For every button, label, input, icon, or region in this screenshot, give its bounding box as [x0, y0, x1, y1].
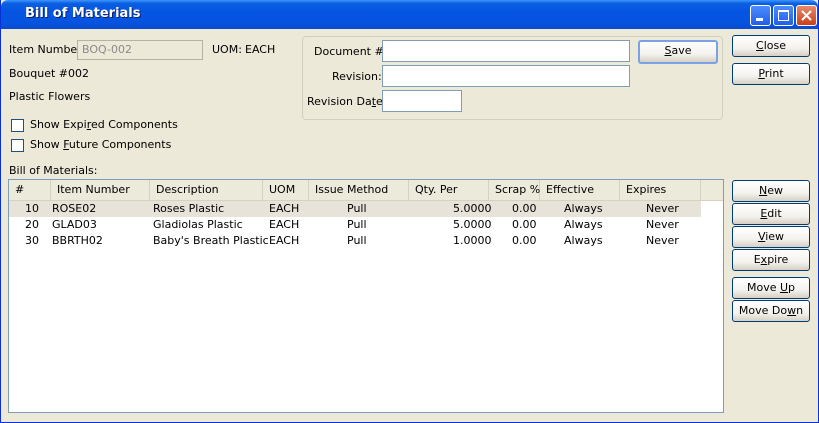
- row-qty-per: 5.0000: [453, 218, 492, 231]
- label-part: Show Expi: [30, 118, 87, 131]
- row-item-number: ROSE02: [52, 202, 97, 215]
- row-expires: Never: [646, 202, 679, 215]
- row-number: 30: [25, 234, 39, 247]
- item-description-1: Bouquet #002: [9, 67, 89, 80]
- item-number-field[interactable]: BOQ-002: [77, 40, 203, 60]
- table-row[interactable]: 30 BBRTH02 Baby's Breath Plastic EACH Pu…: [9, 233, 701, 249]
- row-number: 20: [25, 218, 39, 231]
- row-scrap: 0.00: [512, 202, 537, 215]
- bom-grid[interactable]: # Item Number Description UOM Issue Meth…: [8, 179, 724, 413]
- minimize-button[interactable]: [750, 5, 771, 26]
- mnemonic: w: [787, 304, 797, 317]
- button-label: E: [753, 253, 761, 266]
- mnemonic: U: [779, 281, 789, 294]
- show-future-label[interactable]: Show Future Components: [30, 138, 171, 151]
- column-header[interactable]: Scrap %: [489, 180, 540, 200]
- row-description: Baby's Breath Plastic: [153, 234, 269, 247]
- column-header[interactable]: Expires: [620, 180, 701, 200]
- new-button[interactable]: New: [732, 180, 810, 202]
- row-effective: Always: [564, 234, 603, 247]
- button-label: iew: [765, 230, 785, 243]
- mnemonic: C: [756, 39, 764, 52]
- button-label: lose: [763, 39, 786, 52]
- close-button[interactable]: Close: [732, 35, 810, 57]
- print-button[interactable]: Print: [732, 63, 810, 85]
- row-description: Roses Plastic: [153, 202, 225, 215]
- bom-grid-label: Bill of Materials:: [9, 164, 98, 177]
- row-issue-method: Pull: [347, 202, 367, 215]
- bom-window: Bill of Materials Item Number: BOQ-002 U…: [0, 0, 819, 423]
- row-uom: EACH: [269, 202, 300, 215]
- revision-label: Revision:: [332, 70, 382, 83]
- button-label: p: [788, 281, 796, 294]
- label-part: Show: [30, 138, 64, 151]
- label-part: ed Components: [90, 118, 178, 131]
- revision-field[interactable]: [382, 65, 630, 87]
- show-expired-label[interactable]: Show Expired Components: [30, 118, 178, 131]
- button-label: Move: [746, 281, 780, 294]
- move-up-button[interactable]: Move Up: [732, 277, 810, 299]
- table-row[interactable]: 10 ROSE02 Roses Plastic EACH Pull 5.0000…: [9, 201, 701, 217]
- view-button[interactable]: View: [732, 226, 810, 248]
- column-header[interactable]: UOM: [263, 180, 309, 200]
- row-item-number: BBRTH02: [52, 234, 103, 247]
- expire-button[interactable]: Expire: [732, 249, 810, 271]
- row-number: 10: [25, 202, 39, 215]
- minimize-icon: [756, 18, 763, 21]
- button-label: rint: [764, 67, 784, 80]
- item-number-label: Item Number:: [9, 43, 86, 56]
- item-description-2: Plastic Flowers: [9, 90, 91, 103]
- close-window-button[interactable]: [796, 5, 817, 26]
- button-label: pire: [767, 253, 789, 266]
- revision-date-label: Revision Date:: [307, 95, 387, 108]
- row-uom: EACH: [269, 234, 300, 247]
- row-qty-per: 1.0000: [453, 234, 492, 247]
- save-button[interactable]: Save: [638, 40, 718, 64]
- table-row[interactable]: 20 GLAD03 Gladiolas Plastic EACH Pull 5.…: [9, 217, 701, 233]
- row-scrap: 0.00: [512, 218, 537, 231]
- uom-label: UOM:: [212, 43, 242, 56]
- move-down-button[interactable]: Move Down: [732, 300, 810, 322]
- revision-date-field[interactable]: [382, 90, 462, 112]
- row-description: Gladiolas Plastic: [153, 218, 243, 231]
- mnemonic: N: [759, 184, 768, 197]
- column-header[interactable]: Description: [150, 180, 263, 200]
- maximize-icon: [778, 10, 789, 21]
- row-expires: Never: [646, 234, 679, 247]
- column-header[interactable]: Qty. Per: [409, 180, 489, 200]
- row-issue-method: Pull: [347, 234, 367, 247]
- row-item-number: GLAD03: [52, 218, 97, 231]
- button-label: Move Do: [738, 304, 788, 317]
- button-label: ave: [671, 44, 692, 57]
- edit-button[interactable]: Edit: [732, 203, 810, 225]
- row-expires: Never: [646, 218, 679, 231]
- close-icon: [801, 10, 812, 21]
- column-header[interactable]: Issue Method: [309, 180, 409, 200]
- row-issue-method: Pull: [347, 218, 367, 231]
- column-header[interactable]: Item Number: [51, 180, 150, 200]
- show-future-checkbox[interactable]: [11, 139, 24, 152]
- column-header[interactable]: Effective: [540, 180, 620, 200]
- grid-header: # Item Number Description UOM Issue Meth…: [9, 180, 723, 201]
- document-number-field[interactable]: [382, 40, 630, 62]
- button-label: dit: [767, 207, 782, 220]
- column-header[interactable]: #: [9, 180, 51, 200]
- window-title: Bill of Materials: [25, 6, 141, 21]
- row-qty-per: 5.0000: [453, 202, 492, 215]
- button-label: n: [796, 304, 804, 317]
- show-expired-checkbox[interactable]: [11, 119, 24, 132]
- row-effective: Always: [564, 218, 603, 231]
- label-part: uture Components: [68, 138, 172, 151]
- row-effective: Always: [564, 202, 603, 215]
- title-bar[interactable]: Bill of Materials: [1, 0, 818, 29]
- label-part: Revision Da: [307, 95, 372, 108]
- row-scrap: 0.00: [512, 234, 537, 247]
- document-number-label: Document #:: [314, 45, 388, 58]
- uom-value: EACH: [245, 43, 276, 56]
- button-label: ew: [767, 184, 783, 197]
- maximize-button[interactable]: [773, 5, 794, 26]
- row-uom: EACH: [269, 218, 300, 231]
